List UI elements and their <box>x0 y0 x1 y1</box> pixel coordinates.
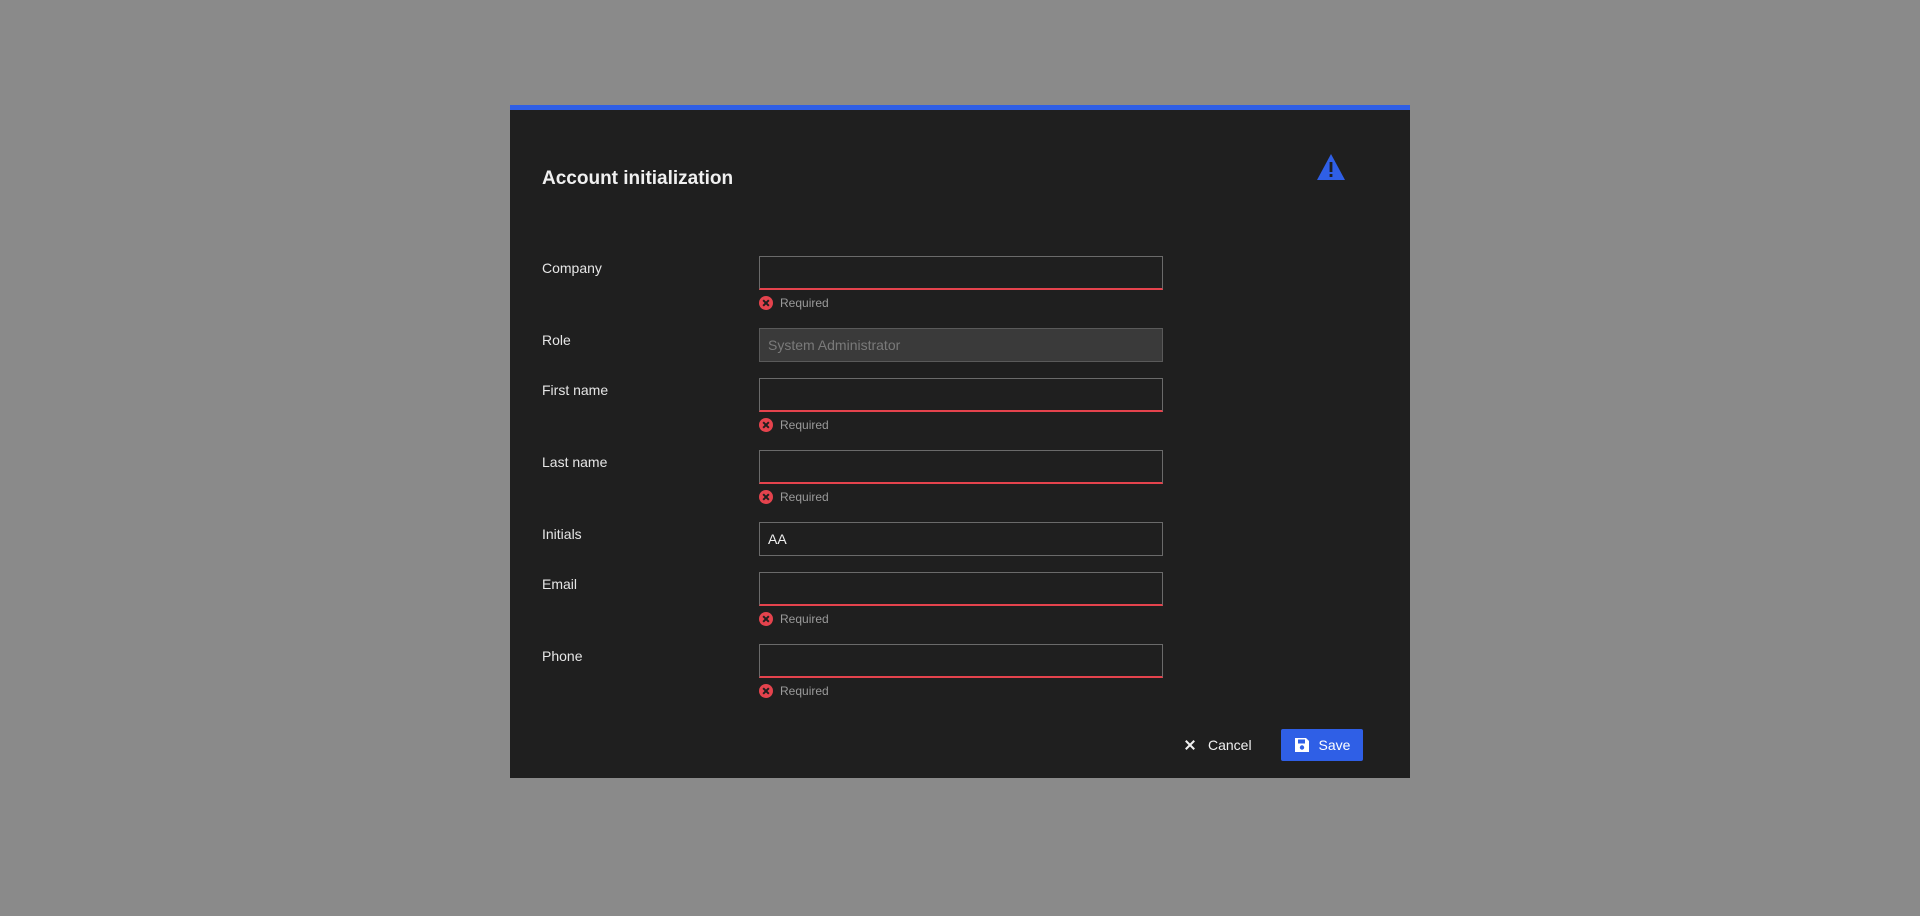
last-name-error: Required <box>759 489 829 505</box>
phone-label: Phone <box>542 648 583 664</box>
cancel-button-label: Cancel <box>1208 737 1252 753</box>
error-circle-icon <box>759 684 773 698</box>
save-button[interactable]: Save <box>1281 729 1363 761</box>
phone-error: Required <box>759 683 829 699</box>
company-error: Required <box>759 295 829 311</box>
phone-error-text: Required <box>780 684 829 698</box>
company-input[interactable] <box>759 256 1163 290</box>
last-name-input[interactable] <box>759 450 1163 484</box>
email-error: Required <box>759 611 829 627</box>
close-icon <box>1184 739 1196 751</box>
save-button-label: Save <box>1318 737 1351 753</box>
account-initialization-dialog: Account initialization Company Required … <box>510 105 1410 778</box>
initials-input[interactable] <box>759 522 1163 556</box>
last-name-label: Last name <box>542 454 608 470</box>
floppy-disk-icon <box>1294 738 1309 752</box>
dialog-title: Account initialization <box>542 168 734 189</box>
company-label: Company <box>542 260 602 276</box>
error-circle-icon <box>759 612 773 626</box>
cancel-button[interactable]: Cancel <box>1176 730 1260 760</box>
first-name-error-text: Required <box>780 418 829 432</box>
first-name-input[interactable] <box>759 378 1163 412</box>
first-name-error: Required <box>759 417 829 433</box>
email-label: Email <box>542 576 578 592</box>
email-error-text: Required <box>780 612 829 626</box>
last-name-error-text: Required <box>780 490 829 504</box>
error-circle-icon <box>759 490 773 504</box>
role-input <box>759 328 1163 362</box>
error-circle-icon <box>759 296 773 310</box>
role-label: Role <box>542 332 571 348</box>
initials-label: Initials <box>542 526 582 542</box>
error-circle-icon <box>759 418 773 432</box>
email-input[interactable] <box>759 572 1163 606</box>
warning-triangle-icon <box>1317 154 1345 180</box>
phone-input[interactable] <box>759 644 1163 678</box>
first-name-label: First name <box>542 382 609 398</box>
company-error-text: Required <box>780 296 829 310</box>
